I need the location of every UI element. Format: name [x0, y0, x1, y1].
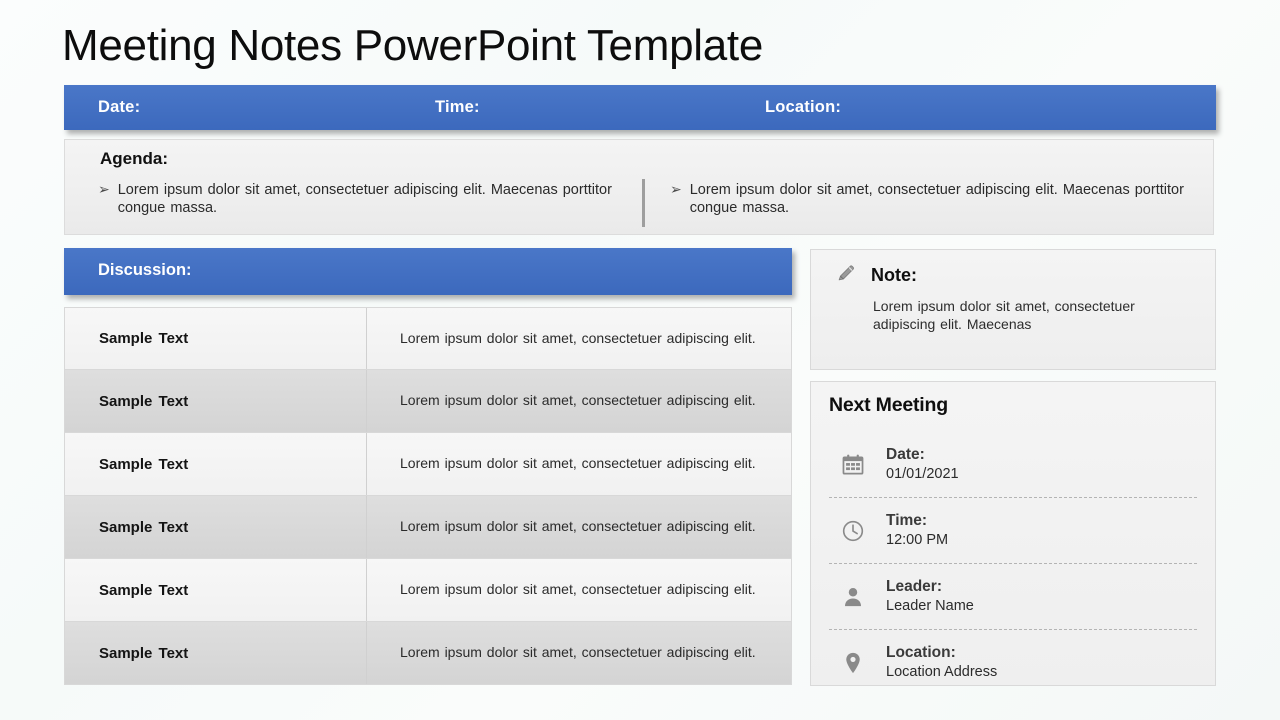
meeting-header-bar: Date: Time: Location:: [64, 85, 1216, 130]
agenda-heading: Agenda:: [100, 149, 168, 168]
table-cell-text: Lorem ipsum dolor sit amet, consectetuer…: [400, 392, 756, 409]
header-date-label: Date:: [98, 98, 141, 116]
pin-icon: [829, 650, 877, 676]
table-row: Sample Text Lorem ipsum dolor sit amet, …: [64, 433, 792, 496]
list-item: Location: Location Address: [829, 630, 1197, 695]
next-meeting-leader-label: Leader:: [886, 577, 942, 595]
agenda-item-text: Lorem ipsum dolor sit amet, consectetuer…: [689, 182, 1184, 217]
next-meeting-list: Date: 01/01/2021 Time: 12:00 PM Leader: …: [829, 432, 1197, 695]
table-cell-text: Lorem ipsum dolor sit amet, consectetuer…: [400, 581, 756, 598]
arrow-bullet-icon: ➢: [98, 181, 110, 197]
agenda-panel: Agenda: ➢ Lorem ipsum dolor sit amet, co…: [64, 139, 1214, 235]
agenda-item-text: Lorem ipsum dolor sit amet, consectetuer…: [117, 182, 612, 217]
table-cell-text: Lorem ipsum dolor sit amet, consectetuer…: [400, 644, 756, 661]
next-meeting-date-value: 01/01/2021: [886, 466, 959, 483]
table-row: Sample Text Lorem ipsum dolor sit amet, …: [64, 370, 792, 433]
table-cell-text: Lorem ipsum dolor sit amet, consectetuer…: [400, 329, 756, 346]
next-meeting-panel: Next Meeting Date: 01/01/2021 Time: 12:0…: [810, 381, 1216, 686]
list-item-body: Time: 12:00 PM: [877, 511, 1197, 550]
list-item-body: Date: 01/01/2021: [877, 445, 1197, 484]
agenda-item: ➢ Lorem ipsum dolor sit amet, consectetu…: [98, 181, 618, 217]
note-heading: Note:: [871, 265, 917, 285]
arrow-bullet-icon: ➢: [670, 181, 682, 197]
table-cell-label: Sample Text: [65, 370, 367, 432]
list-item: Leader: Leader Name: [829, 564, 1197, 630]
list-item: Time: 12:00 PM: [829, 498, 1197, 564]
header-time-label: Time:: [435, 98, 480, 116]
discussion-table: Sample Text Lorem ipsum dolor sit amet, …: [64, 307, 792, 685]
next-meeting-location-value: Location Address: [886, 664, 998, 681]
clock-icon: [829, 518, 877, 544]
table-cell-label: Sample Text: [65, 308, 367, 369]
table-cell-text: Lorem ipsum dolor sit amet, consectetuer…: [400, 455, 756, 472]
header-location-label: Location:: [765, 98, 842, 116]
table-row: Sample Text Lorem ipsum dolor sit amet, …: [64, 496, 792, 559]
note-panel: Note: Lorem ipsum dolor sit amet, consec…: [810, 249, 1216, 370]
note-header: Note:: [835, 262, 917, 289]
list-item-body: Leader: Leader Name: [877, 577, 1197, 616]
person-icon: [829, 584, 877, 610]
list-item-body: Location: Location Address: [877, 643, 1197, 682]
table-cell-label: Sample Text: [65, 622, 367, 684]
next-meeting-time-label: Time:: [886, 511, 928, 529]
next-meeting-date-label: Date:: [886, 445, 925, 463]
table-cell-label: Sample Text: [65, 433, 367, 495]
table-row: Sample Text Lorem ipsum dolor sit amet, …: [64, 307, 792, 370]
note-body-text: Lorem ipsum dolor sit amet, consectetuer…: [873, 298, 1135, 333]
table-row: Sample Text Lorem ipsum dolor sit amet, …: [64, 622, 792, 685]
agenda-item: ➢ Lorem ipsum dolor sit amet, consectetu…: [670, 181, 1200, 217]
discussion-heading: Discussion:: [98, 261, 192, 279]
slide-canvas: Meeting Notes PowerPoint Template Date: …: [0, 0, 1280, 720]
next-meeting-location-label: Location:: [886, 643, 956, 661]
next-meeting-leader-value: Leader Name: [886, 598, 974, 615]
calendar-icon: [829, 452, 877, 478]
discussion-header-bar: Discussion:: [64, 248, 792, 295]
agenda-column-divider: [642, 179, 645, 227]
table-cell-label: Sample Text: [65, 496, 367, 558]
list-item: Date: 01/01/2021: [829, 432, 1197, 498]
table-row: Sample Text Lorem ipsum dolor sit amet, …: [64, 559, 792, 622]
next-meeting-heading: Next Meeting: [829, 394, 948, 416]
table-cell-text: Lorem ipsum dolor sit amet, consectetuer…: [400, 518, 756, 535]
page-title: Meeting Notes PowerPoint Template: [62, 21, 763, 70]
table-cell-label: Sample Text: [65, 559, 367, 621]
next-meeting-time-value: 12:00 PM: [886, 532, 949, 549]
pencil-icon: [835, 262, 857, 289]
